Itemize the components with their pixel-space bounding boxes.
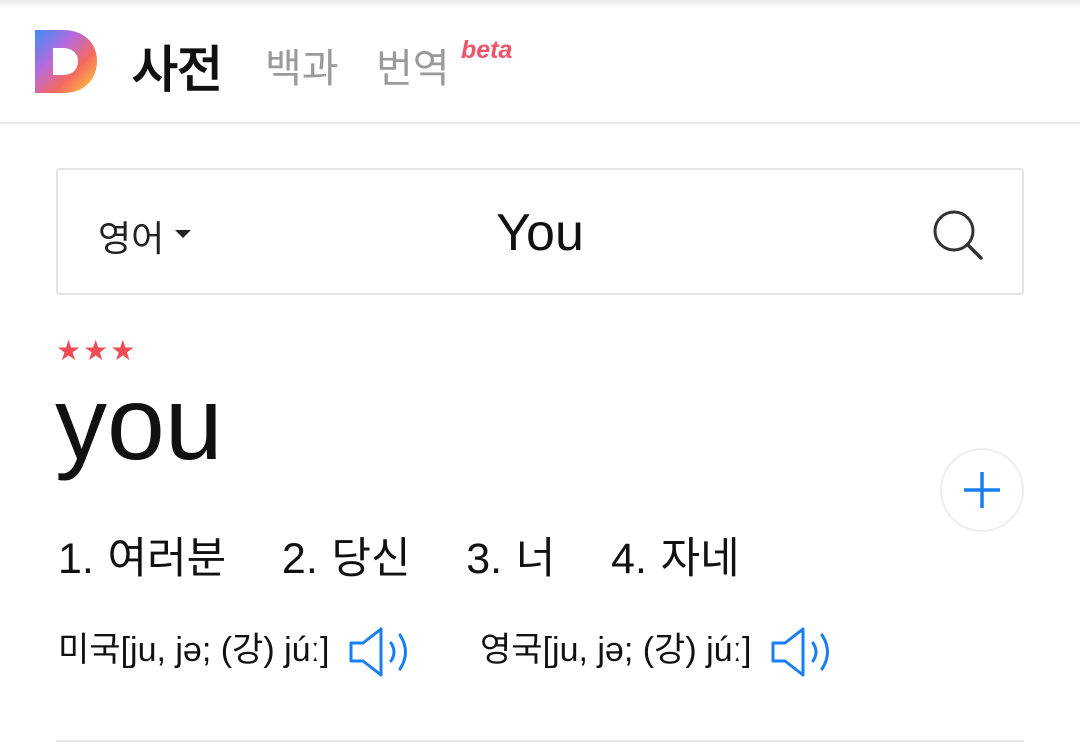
top-navigation-bar: 사전 백과 번역 beta: [0, 0, 1080, 124]
speaker-icon[interactable]: [347, 625, 413, 679]
headword: you: [55, 366, 223, 482]
caret-down-icon[interactable]: [175, 230, 191, 238]
frequency-stars: ★★★: [56, 334, 138, 367]
add-to-wordbook-button[interactable]: [940, 448, 1024, 532]
meaning-text: 너: [515, 534, 556, 584]
language-select[interactable]: 영어: [98, 210, 164, 262]
meaning-text: 여러분: [107, 534, 227, 584]
meaning-number: 3.: [466, 535, 503, 583]
meaning-text: 자네: [660, 534, 740, 584]
nav-link-encyclopedia[interactable]: 백과: [265, 36, 339, 94]
pronunciation-region: 영국: [480, 631, 543, 669]
meaning-list: 1. 여러분 2. 당신 3. 너 4. 자네: [58, 524, 782, 586]
search-icon[interactable]: [928, 205, 988, 265]
pronunciation-us: 미국[ju, jə; (강) júː]: [58, 622, 413, 679]
meaning-item: 2. 당신: [282, 524, 411, 586]
pronunciation-ipa: [ju, jə; (강) júː]: [120, 631, 330, 669]
nav-link-translate[interactable]: 번역: [376, 36, 450, 94]
daum-dictionary-logo[interactable]: [33, 27, 99, 95]
meaning-item: 1. 여러분: [58, 524, 226, 586]
section-divider: [56, 740, 1024, 742]
meaning-number: 1.: [58, 535, 94, 583]
meaning-number: 4.: [611, 535, 647, 583]
pronunciation-ipa: [ju, jə; (강) júː]: [542, 631, 752, 669]
meaning-text: 당신: [331, 534, 411, 584]
meaning-number: 2.: [281, 535, 318, 583]
plus-icon: [964, 472, 1000, 508]
meaning-item: 3. 너: [466, 524, 555, 586]
nav-current-dictionary[interactable]: 사전: [132, 30, 223, 102]
pronunciation-region: 미국: [58, 631, 121, 669]
pronunciation-uk: 영국[ju, jə; (강) júː]: [480, 622, 835, 679]
status-shadow: [0, 0, 1080, 8]
meaning-item: 4. 자네: [611, 524, 740, 586]
speaker-icon[interactable]: [769, 625, 835, 679]
search-input[interactable]: [258, 192, 822, 274]
beta-badge: beta: [461, 36, 513, 64]
search-box: 영어: [56, 168, 1024, 295]
